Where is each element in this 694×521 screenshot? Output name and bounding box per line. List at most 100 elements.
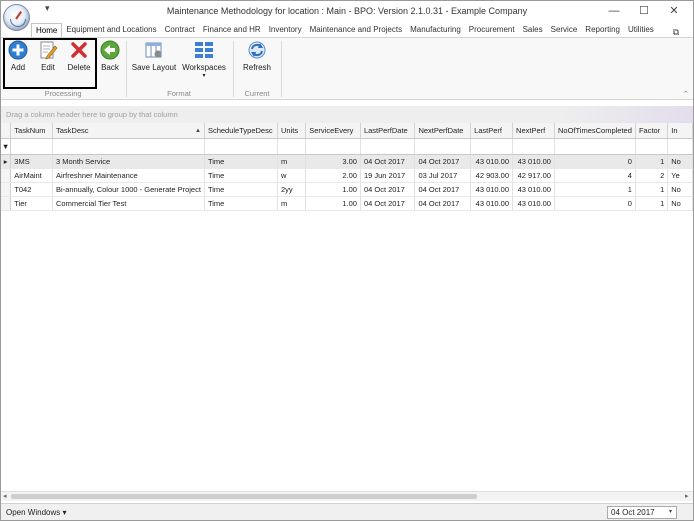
cell-scheduletypedesc[interactable]: Time (204, 168, 279, 183)
cell-lastperfdate[interactable]: 04 Oct 2017 (360, 196, 416, 211)
tab-finance-and-hr[interactable]: Finance and HR (199, 23, 265, 38)
app-logo-icon[interactable] (3, 4, 30, 31)
cell-serviceevery[interactable]: 3.00 (305, 154, 361, 169)
cell-in[interactable]: Ye (667, 168, 693, 183)
column-header-factor[interactable]: Factor (635, 123, 669, 139)
cell-nextperfdate[interactable]: 03 Jul 2017 (414, 168, 472, 183)
column-header-tasknum[interactable]: TaskNum (10, 123, 53, 139)
cell-taskdesc[interactable]: Airfreshner Maintenance (52, 168, 205, 183)
filter-cell[interactable] (414, 138, 472, 155)
maximize-button[interactable]: ☐ (631, 2, 657, 20)
group-by-panel[interactable]: Drag a column header here to group by th… (1, 106, 693, 123)
cell-nextperf[interactable]: 43 010.00 (512, 182, 555, 197)
cell-nooftimescompleted[interactable]: 1 (554, 182, 636, 197)
cell-factor[interactable]: 1 (635, 154, 669, 169)
cell-nextperfdate[interactable]: 04 Oct 2017 (414, 196, 472, 211)
tab-reporting[interactable]: Reporting (581, 23, 624, 38)
filter-cell[interactable] (52, 138, 205, 155)
workspaces-button[interactable]: Workspaces ▾ (181, 40, 227, 80)
cell-serviceevery[interactable]: 2.00 (305, 168, 361, 183)
column-header-in[interactable]: In (667, 123, 693, 139)
refresh-button[interactable]: Refresh (239, 40, 275, 80)
column-header-nextperfdate[interactable]: NextPerfDate (414, 123, 472, 139)
filter-cell[interactable] (277, 138, 307, 155)
horizontal-scrollbar[interactable]: ◂ ▸ (1, 491, 693, 501)
table-row[interactable]: ▸ 3MS 3 Month Service Time m 3.00 04 Oct… (1, 154, 693, 169)
filter-row[interactable]: ▼ (1, 138, 693, 155)
cell-tasknum[interactable]: Tier (10, 196, 53, 211)
cell-nextperfdate[interactable]: 04 Oct 2017 (414, 154, 472, 169)
cell-in[interactable]: No (667, 182, 693, 197)
column-header-taskdesc[interactable]: TaskDesc ▲ (52, 123, 205, 139)
column-header-nextperf[interactable]: NextPerf (512, 123, 555, 139)
save-layout-button[interactable]: Save Layout (131, 40, 177, 80)
cell-nextperf[interactable]: 43 010.00 (512, 154, 555, 169)
column-header-nooftimescompleted[interactable]: NoOfTimesCompleted (554, 123, 636, 139)
scrollbar-thumb[interactable] (11, 494, 477, 499)
cell-nooftimescompleted[interactable]: 0 (554, 154, 636, 169)
date-field[interactable]: 04 Oct 2017 (607, 506, 677, 519)
back-button[interactable]: Back (98, 40, 122, 80)
filter-cell[interactable] (667, 138, 693, 155)
cell-in[interactable]: No (667, 154, 693, 169)
tab-manufacturing[interactable]: Manufacturing (406, 23, 465, 38)
tab-sales[interactable]: Sales (519, 23, 547, 38)
cell-taskdesc[interactable]: Bi-annually, Colour 1000 - Generate Proj… (52, 182, 205, 197)
cell-factor[interactable]: 1 (635, 182, 669, 197)
cell-serviceevery[interactable]: 1.00 (305, 196, 361, 211)
cell-taskdesc[interactable]: Commercial Tier Test (52, 196, 205, 211)
cell-lastperfdate[interactable]: 04 Oct 2017 (360, 154, 416, 169)
collapse-ribbon-icon[interactable]: ⌃ (683, 90, 689, 98)
open-windows-button[interactable]: Open Windows ▾ (6, 508, 66, 517)
column-header-serviceevery[interactable]: ServiceEvery (305, 123, 361, 139)
tab-maintenance-and-projects[interactable]: Maintenance and Projects (306, 23, 407, 38)
column-header-lastperf[interactable]: LastPerf (470, 123, 514, 139)
cell-nooftimescompleted[interactable]: 0 (554, 196, 636, 211)
scroll-left-icon[interactable]: ◂ (3, 492, 7, 500)
filter-cell[interactable] (470, 138, 514, 155)
tab-equipment-and-locations[interactable]: Equipment and Locations (62, 23, 160, 38)
cell-units[interactable]: w (277, 168, 307, 183)
cell-factor[interactable]: 2 (635, 168, 669, 183)
cell-tasknum[interactable]: 3MS (10, 154, 53, 169)
cell-lastperfdate[interactable]: 19 Jun 2017 (360, 168, 416, 183)
cell-in[interactable]: No (667, 196, 693, 211)
cell-factor[interactable]: 1 (635, 196, 669, 211)
cell-lastperf[interactable]: 43 010.00 (470, 196, 514, 211)
filter-icon[interactable]: ▼ (1, 138, 12, 155)
cell-scheduletypedesc[interactable]: Time (204, 182, 279, 197)
cell-tasknum[interactable]: AirMaint (10, 168, 53, 183)
column-header-units[interactable]: Units (277, 123, 307, 139)
cell-nextperf[interactable]: 42 917.00 (512, 168, 555, 183)
cell-lastperf[interactable]: 42 903.00 (470, 168, 514, 183)
filter-cell[interactable] (10, 138, 53, 155)
filter-cell[interactable] (554, 138, 636, 155)
cell-units[interactable]: 2yy (277, 182, 307, 197)
cell-nextperfdate[interactable]: 04 Oct 2017 (414, 182, 472, 197)
column-header-lastperfdate[interactable]: LastPerfDate (360, 123, 416, 139)
filter-cell[interactable] (204, 138, 279, 155)
tab-procurement[interactable]: Procurement (465, 23, 519, 38)
cell-nooftimescompleted[interactable]: 4 (554, 168, 636, 183)
table-row[interactable]: AirMaint Airfreshner Maintenance Time w … (1, 168, 693, 183)
filter-cell[interactable] (360, 138, 416, 155)
tab-home[interactable]: Home (31, 23, 63, 38)
cell-lastperfdate[interactable]: 04 Oct 2017 (360, 182, 416, 197)
cell-scheduletypedesc[interactable]: Time (204, 196, 279, 211)
date-dropdown-icon[interactable]: ▾ (669, 508, 672, 515)
table-row[interactable]: Tier Commercial Tier Test Time m 1.00 04… (1, 196, 693, 211)
cell-scheduletypedesc[interactable]: Time (204, 154, 279, 169)
cell-taskdesc[interactable]: 3 Month Service (52, 154, 205, 169)
tab-contract[interactable]: Contract (161, 23, 199, 38)
column-header-scheduletypedesc[interactable]: ScheduleTypeDesc (204, 123, 279, 139)
minimize-button[interactable]: — (601, 2, 627, 20)
cell-serviceevery[interactable]: 1.00 (305, 182, 361, 197)
filter-cell[interactable] (512, 138, 555, 155)
close-button[interactable]: ✕ (661, 2, 687, 20)
tab-service[interactable]: Service (547, 23, 582, 38)
tab-utilities[interactable]: Utilities (624, 23, 658, 38)
cell-units[interactable]: m (277, 154, 307, 169)
scroll-right-icon[interactable]: ▸ (685, 492, 689, 500)
tab-inventory[interactable]: Inventory (265, 23, 306, 38)
cell-lastperf[interactable]: 43 010.00 (470, 182, 514, 197)
